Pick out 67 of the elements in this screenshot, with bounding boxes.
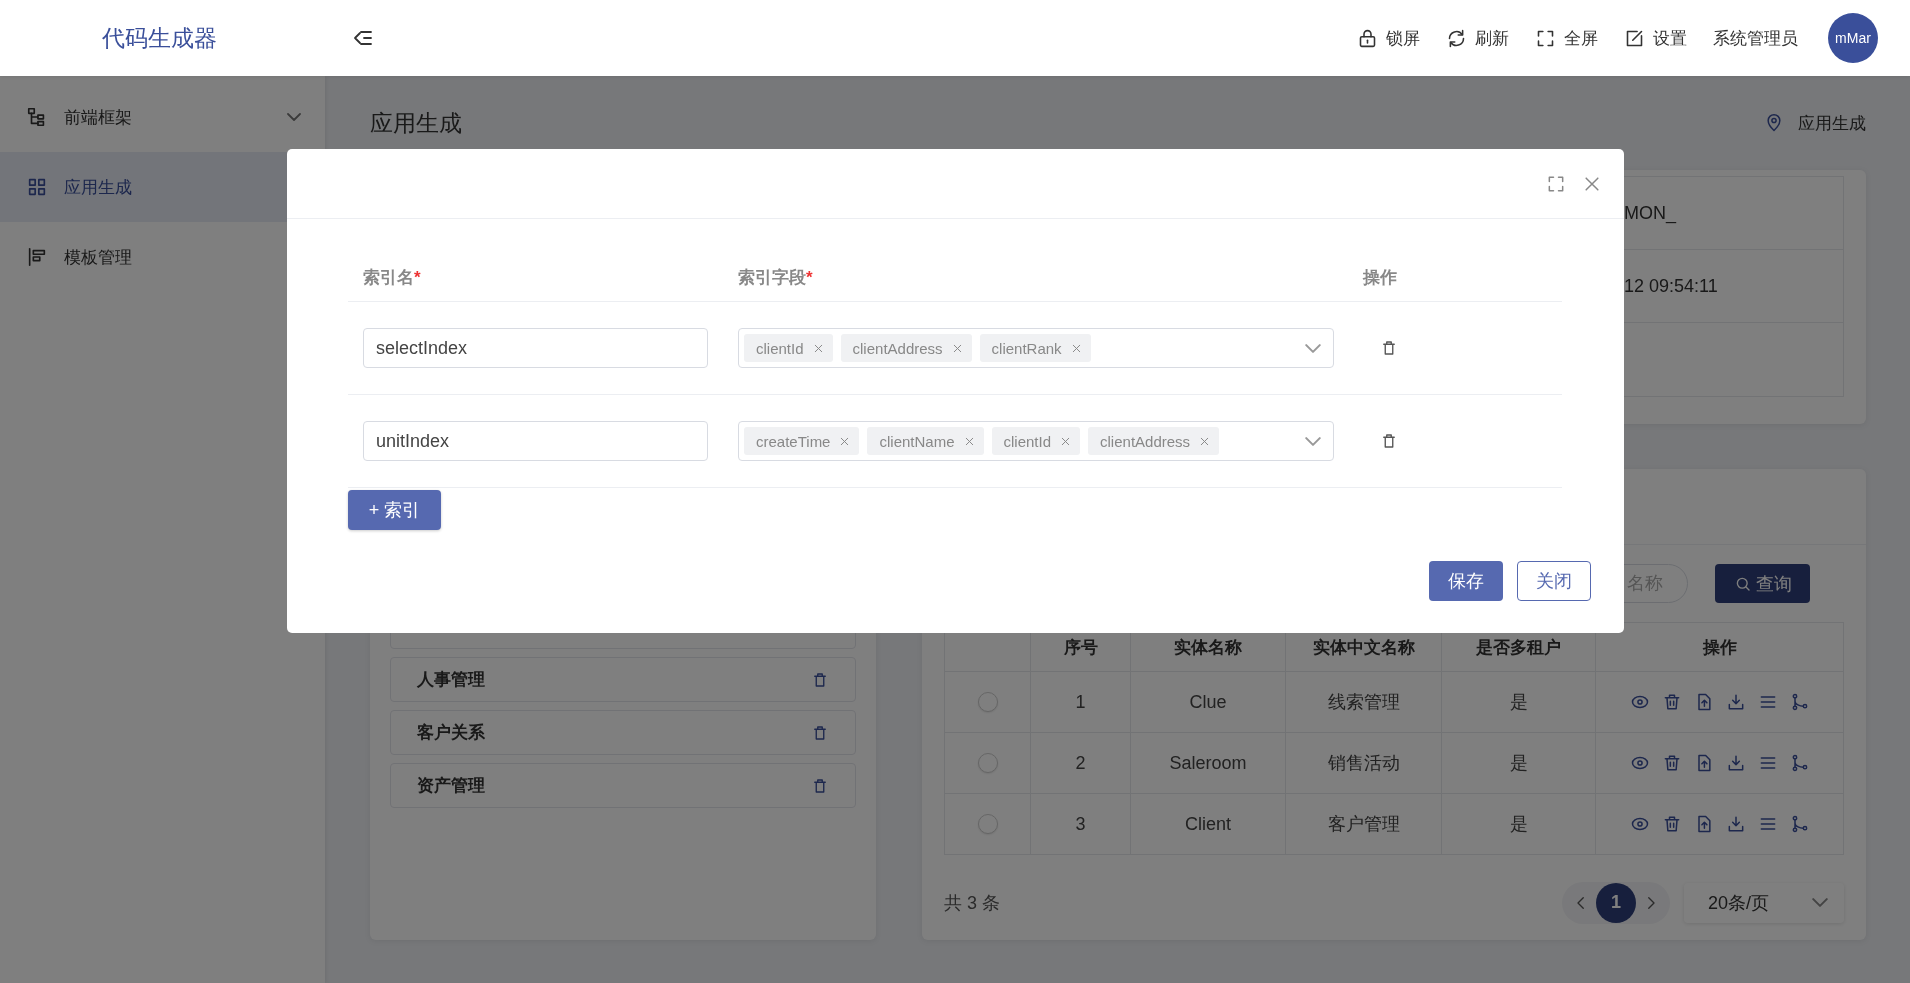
template-icon	[26, 246, 48, 268]
table-cell: Clue	[1131, 672, 1286, 733]
module-name: 人事管理	[417, 669, 485, 691]
table-cell: 2	[1031, 733, 1131, 794]
module-name: 客户关系	[417, 722, 485, 744]
sidebar-item[interactable]: 前端框架	[0, 82, 325, 152]
header-settings-button[interactable]: 设置	[1616, 26, 1695, 50]
header-fullscreen-button[interactable]: 全屏	[1527, 26, 1606, 50]
table-cell: 是	[1442, 794, 1596, 855]
table-cell: 销售活动	[1286, 733, 1442, 794]
query-button[interactable]: 查询	[1715, 564, 1810, 603]
module-item[interactable]: 人事管理	[390, 657, 856, 702]
user-name[interactable]: 系统管理员	[1713, 26, 1798, 50]
row-radio[interactable]	[977, 814, 998, 834]
index-fields-select[interactable]: createTime clientName clientId clientAddress	[738, 421, 1334, 461]
delete-icon[interactable]	[1380, 432, 1398, 450]
field-tag: clientId	[744, 334, 833, 362]
delete-icon[interactable]	[811, 670, 829, 689]
field-tag: clientAddress	[840, 334, 972, 362]
page-title: 应用生成	[370, 108, 462, 138]
row-radio[interactable]	[977, 692, 998, 712]
index-fields-select[interactable]: clientId clientAddress clientRank	[738, 328, 1334, 368]
user-avatar[interactable]: mMar	[1828, 13, 1878, 63]
table-cell: 客户管理	[1286, 794, 1442, 855]
column-header: 操作	[1348, 254, 1562, 302]
close-button[interactable]: 关闭	[1517, 561, 1591, 601]
module-item[interactable]: 客户关系	[390, 710, 856, 755]
field-tag: createTime	[744, 427, 860, 455]
index-name-field[interactable]: unitIndex	[363, 421, 708, 461]
table-cell: 3	[1031, 794, 1131, 855]
field-tag: clientAddress	[1088, 427, 1220, 455]
app-logo-title: 代码生成器	[102, 23, 218, 53]
field-tag: clientRank	[979, 334, 1091, 362]
chevron-icon	[1305, 343, 1321, 353]
table-cell: 是	[1442, 733, 1596, 794]
table-cell: Client	[1131, 794, 1286, 855]
delete-icon[interactable]	[1380, 339, 1398, 357]
index-name-field[interactable]: selectIndex	[363, 328, 708, 368]
refresh-icon	[1446, 27, 1467, 49]
total-count: 共 3 条	[944, 891, 1001, 915]
delete-icon[interactable]	[811, 776, 829, 795]
field-tag: clientId	[991, 427, 1081, 455]
row-radio[interactable]	[977, 753, 998, 773]
grid-icon	[26, 176, 48, 198]
location-pin-icon	[1764, 113, 1784, 133]
chevron-icon	[287, 113, 301, 121]
header-lock-button[interactable]: 锁屏	[1349, 26, 1428, 50]
save-button[interactable]: 保存	[1429, 561, 1503, 601]
chevron-icon	[1812, 898, 1828, 907]
lock-icon	[1357, 27, 1378, 49]
sidebar-item[interactable]: 模板管理	[0, 222, 325, 292]
table-cell: 是	[1442, 672, 1596, 733]
module-item[interactable]: 资产管理	[390, 763, 856, 808]
header-refresh-button[interactable]: 刷新	[1438, 26, 1517, 50]
field-tag: clientName	[867, 427, 984, 455]
table-cell: 线索管理	[1286, 672, 1442, 733]
column-header: 索引名*	[348, 254, 723, 302]
table-cell: Saleroom	[1131, 733, 1286, 794]
table-cell: 1	[1031, 672, 1131, 733]
add-index-button[interactable]: + 索引	[348, 490, 441, 530]
breadcrumb-item[interactable]: 应用生成	[1798, 111, 1866, 135]
page-number[interactable]: 1	[1596, 882, 1636, 923]
chevron-icon	[1305, 436, 1321, 446]
delete-icon[interactable]	[811, 723, 829, 742]
page-size-select[interactable]: 20条/页	[1684, 882, 1844, 923]
column-header: 索引字段*	[723, 254, 1348, 302]
module-name: 资产管理	[417, 775, 485, 797]
